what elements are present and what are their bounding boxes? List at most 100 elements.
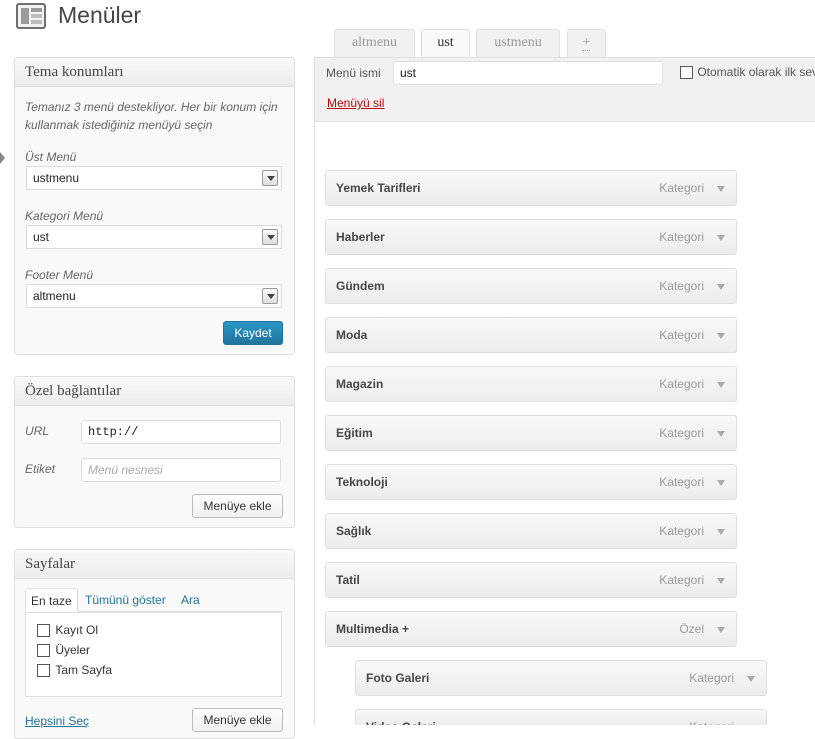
menu-item[interactable]: Tatil Kategori	[325, 562, 737, 598]
select-all-link[interactable]: Hepsini Seç	[25, 714, 89, 728]
footer-menu-select[interactable]: altmenu	[26, 284, 282, 308]
pages-list: Kayıt Ol Üyeler Tam Sayfa	[25, 612, 282, 697]
expand-arrow-icon[interactable]	[717, 186, 725, 192]
menu-item[interactable]: Multimedia + Özel	[325, 611, 737, 647]
page-label: Kayıt Ol	[55, 623, 99, 637]
theme-locations-description: Temanız 3 menü destekliyor. Her bir konu…	[25, 100, 278, 132]
menu-item-type: Kategori	[659, 524, 704, 538]
menu-item-label: Sağlık	[336, 524, 372, 538]
menu-item-type: Kategori	[689, 671, 734, 685]
expand-arrow-icon[interactable]	[717, 382, 725, 388]
list-item[interactable]: Kayıt Ol	[37, 623, 99, 638]
menus-page-icon	[16, 3, 46, 29]
pages-tabs: En taze Tümünü göster Ara	[25, 588, 283, 612]
category-menu-select-value: ust	[33, 230, 50, 244]
link-label-placeholder: Menü nesnesi	[88, 463, 163, 477]
auto-add-label: Otomatik olarak ilk sev	[697, 65, 815, 79]
save-button[interactable]: Kaydet	[223, 321, 283, 345]
link-label-input[interactable]: Menü nesnesi	[81, 458, 281, 482]
expand-arrow-icon[interactable]	[717, 627, 725, 633]
menu-name-label: Menü ismi	[326, 66, 381, 80]
list-item[interactable]: Üyeler	[37, 643, 90, 658]
expand-arrow-icon[interactable]	[717, 529, 725, 535]
pages-box: Sayfalar En taze Tümünü göster Ara Kayıt…	[14, 549, 295, 739]
expand-arrow-icon[interactable]	[717, 284, 725, 290]
menu-item-label: Magazin	[336, 377, 384, 391]
auto-add-pages-option[interactable]: Otomatik olarak ilk sev	[680, 65, 815, 80]
expand-arrow-icon[interactable]	[717, 431, 725, 437]
page-label: Tam Sayfa	[55, 663, 113, 677]
pages-heading: Sayfalar	[15, 550, 294, 579]
location-label-top: Üst Menü	[25, 150, 77, 164]
menu-item-label: Gündem	[336, 279, 385, 293]
custom-links-heading: Özel bağlantılar	[15, 377, 294, 406]
label-label: Etiket	[25, 462, 56, 476]
menu-item-type: Özel	[679, 622, 704, 636]
menu-item[interactable]: Sağlık Kategori	[325, 513, 737, 549]
menu-item[interactable]: Teknoloji Kategori	[325, 464, 737, 500]
url-label: URL	[25, 424, 50, 438]
menu-item-type: Kategori	[659, 328, 704, 342]
menu-item-type: Kategori	[659, 573, 704, 587]
tab-add-menu[interactable]: +	[567, 29, 606, 57]
location-label-category: Kategori Menü	[25, 209, 104, 223]
page-checkbox[interactable]	[37, 644, 50, 658]
menu-item-type: Kategori	[659, 181, 704, 195]
category-menu-select[interactable]: ust	[26, 225, 282, 249]
menu-editor-header: Menü ismi ust Otomatik olarak ilk sev Me…	[314, 57, 815, 122]
menu-item-label: Tatil	[336, 573, 360, 587]
custom-links-box: Özel bağlantılar URL http:// Etiket Menü…	[14, 376, 295, 528]
tab-search[interactable]: Ara	[181, 588, 200, 612]
page-checkbox[interactable]	[37, 624, 50, 638]
add-pages-button[interactable]: Menüye ekle	[192, 708, 283, 732]
tab-ust[interactable]: ust	[421, 29, 470, 58]
tab-most-recent[interactable]: En taze	[25, 588, 78, 612]
menu-item-type: Kategori	[659, 377, 704, 391]
menu-item-type: Kategori	[689, 710, 734, 725]
menu-item[interactable]: Magazin Kategori	[325, 366, 737, 402]
expand-arrow-icon[interactable]	[717, 333, 725, 339]
collapse-arrow-icon[interactable]	[0, 152, 5, 164]
theme-locations-heading: Tema konumları	[15, 58, 294, 87]
expand-arrow-icon[interactable]	[717, 578, 725, 584]
menu-item-type: Kategori	[659, 230, 704, 244]
top-menu-select[interactable]: ustmenu	[26, 166, 282, 190]
menu-item-label: Teknoloji	[336, 475, 388, 489]
expand-arrow-icon[interactable]	[717, 480, 725, 486]
menu-name-input[interactable]: ust	[393, 61, 663, 85]
menu-item-label: Foto Galeri	[366, 671, 430, 685]
menu-item-type: Kategori	[659, 279, 704, 293]
theme-locations-box: Tema konumları Temanız 3 menü destekliyo…	[14, 57, 295, 355]
plus-icon: +	[582, 35, 591, 51]
delete-menu-link[interactable]: Menüyü sil	[327, 96, 384, 110]
menu-subitem[interactable]: Video Galeri Kategori	[355, 709, 767, 725]
expand-arrow-icon[interactable]	[717, 235, 725, 241]
chevron-down-icon	[262, 170, 278, 186]
menu-item-label: Yemek Tarifleri	[336, 181, 421, 195]
menu-item[interactable]: Gündem Kategori	[325, 268, 737, 304]
tab-view-all[interactable]: Tümünü göster	[85, 588, 166, 612]
menu-item-label: Eğitim	[336, 426, 373, 440]
menu-item[interactable]: Eğitim Kategori	[325, 415, 737, 451]
menu-item-label: Multimedia +	[336, 622, 410, 636]
menu-item-label: Video Galeri	[366, 710, 436, 725]
menu-subitem[interactable]: Foto Galeri Kategori	[355, 660, 767, 696]
expand-arrow-icon[interactable]	[747, 676, 755, 682]
tab-altmenu[interactable]: altmenu	[334, 29, 415, 57]
list-item[interactable]: Tam Sayfa	[37, 663, 113, 678]
menu-item[interactable]: Haberler Kategori	[325, 219, 737, 255]
top-menu-select-value: ustmenu	[33, 171, 80, 185]
menu-item[interactable]: Moda Kategori	[325, 317, 737, 353]
menu-item-label: Haberler	[336, 230, 385, 244]
menu-item[interactable]: Yemek Tarifleri Kategori	[325, 170, 737, 206]
footer-menu-select-value: altmenu	[33, 289, 76, 303]
menu-item-type: Kategori	[659, 475, 704, 489]
tab-ustmenu[interactable]: ustmenu	[476, 29, 560, 57]
url-input[interactable]: http://	[81, 420, 281, 444]
menu-item-label: Moda	[336, 328, 368, 342]
auto-add-checkbox[interactable]	[680, 66, 693, 80]
chevron-down-icon	[262, 288, 278, 304]
menu-item-type: Kategori	[659, 426, 704, 440]
page-checkbox[interactable]	[37, 664, 50, 678]
add-custom-link-button[interactable]: Menüye ekle	[192, 494, 283, 518]
